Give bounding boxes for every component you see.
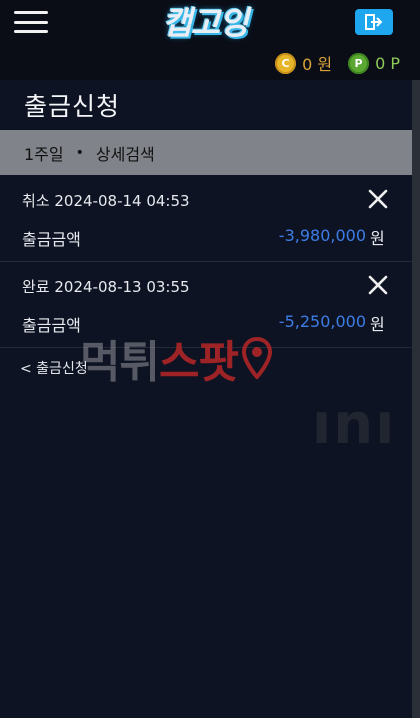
filter-bar: 1주일 • 상세검색 — [0, 130, 412, 175]
scrollbar-track[interactable] — [412, 80, 420, 718]
entry-datetime: 2024-08-13 03:55 — [54, 278, 190, 296]
hamburger-menu-icon[interactable] — [14, 11, 48, 33]
entry-amount-label: 출금금액 — [22, 316, 81, 335]
close-icon[interactable] — [367, 274, 389, 296]
entry-status: 취소 — [22, 192, 50, 210]
background-ghost-text: ını — [312, 392, 397, 457]
top-header: 캡고잉 C 0 원 P 0 P — [0, 0, 420, 80]
close-icon[interactable] — [367, 188, 389, 210]
entry-meta: 취소 2024-08-14 04:53 — [22, 190, 190, 211]
watermark-text-red: 스팟 — [158, 337, 239, 388]
entry-amount-unit: 원 — [370, 229, 385, 248]
filter-period[interactable]: 1주일 — [24, 141, 64, 165]
site-logo[interactable]: 캡고잉 — [150, 0, 260, 42]
cash-balance-value: 0 원 — [302, 55, 333, 74]
cash-balance: C 0 원 — [275, 51, 332, 75]
page-title: 출금신청 — [24, 92, 121, 121]
watermark-text-grey: 먹튀 — [80, 337, 160, 388]
withdrawal-entry: 취소 2024-08-14 04:53 출금금액 -3,980,000 원 — [0, 178, 412, 262]
logout-icon — [365, 14, 383, 30]
point-balance: P 0 P — [348, 52, 400, 74]
entry-status: 완료 — [22, 278, 50, 296]
filter-separator: • — [75, 144, 84, 161]
point-balance-value: 0 P — [375, 53, 400, 73]
watermark: 먹튀 스팟 — [80, 330, 350, 388]
entry-amount-label: 출금금액 — [22, 230, 81, 249]
entry-datetime: 2024-08-14 04:53 — [54, 192, 190, 210]
logout-button[interactable] — [355, 9, 393, 35]
location-pin-icon — [241, 337, 272, 379]
entry-amount-unit: 원 — [370, 315, 385, 334]
point-coin-icon: P — [348, 52, 370, 74]
filter-detail-search[interactable]: 상세검색 — [96, 141, 155, 165]
entry-meta: 완료 2024-08-13 03:55 — [22, 276, 190, 297]
cash-coin-icon: C — [275, 52, 297, 74]
balance-bar: C 0 원 P 0 P — [275, 52, 400, 74]
entry-amount: -5,250,000 — [278, 312, 366, 331]
back-link[interactable]: < 출금신청 — [20, 358, 88, 378]
entry-amount: -3,980,000 — [278, 226, 366, 245]
